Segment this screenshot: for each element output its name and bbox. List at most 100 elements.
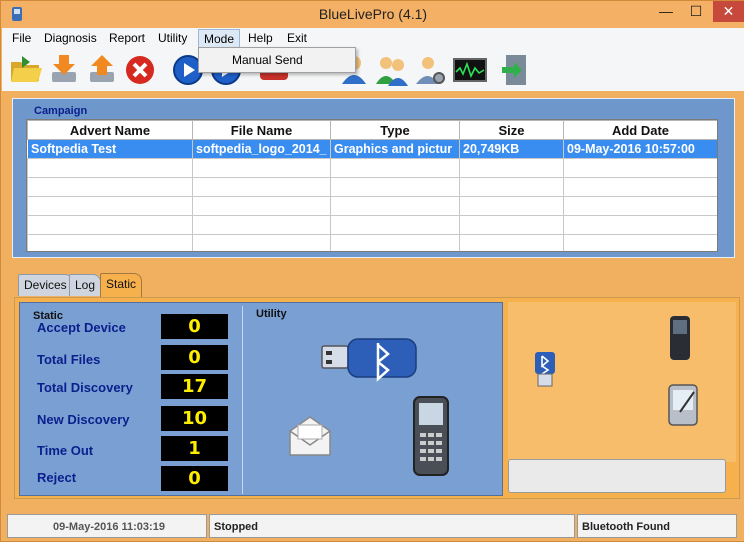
cell-advert-name[interactable]: Softpedia Test (27, 139, 193, 159)
menu-exit[interactable]: Exit (282, 29, 312, 48)
table-row[interactable] (27, 158, 717, 178)
menu-diagnosis[interactable]: Diagnosis (39, 29, 102, 48)
upload-icon[interactable] (84, 52, 120, 88)
bluetooth-dongle-icon (321, 338, 417, 382)
cell-size[interactable]: 20,749KB (459, 139, 564, 159)
cell-empty[interactable] (563, 177, 717, 197)
status-bluetooth: Bluetooth Found (577, 514, 737, 538)
tab-log[interactable]: Log (69, 274, 102, 296)
users-icon[interactable] (374, 52, 410, 88)
stats-utility-area: Static Accept Device 0 Total Files 0 Tot… (19, 302, 503, 496)
cell-empty[interactable] (330, 215, 460, 235)
cell-empty[interactable] (27, 158, 193, 178)
cell-empty[interactable] (563, 234, 717, 251)
stat-label-accept-device: Accept Device (37, 320, 126, 335)
column-header-advert-name[interactable]: Advert Name (27, 120, 193, 140)
main-area: Campaign Advert Name File Name Type Size… (2, 91, 744, 538)
menu-help[interactable]: Help (243, 29, 278, 48)
cell-empty[interactable] (459, 158, 564, 178)
utility-label: Utility (256, 308, 287, 320)
menu-mode[interactable]: Mode (198, 29, 241, 48)
cell-empty[interactable] (27, 177, 193, 197)
bluetooth-field[interactable] (508, 459, 726, 493)
user-settings-icon[interactable] (412, 52, 448, 88)
cell-empty[interactable] (330, 196, 460, 216)
cell-empty[interactable] (459, 234, 564, 251)
cell-empty[interactable] (27, 234, 193, 251)
bluetooth-usb-icon (535, 352, 555, 387)
status-bar: 09-May-2016 11:03:19 Stopped Bluetooth F… (2, 511, 744, 541)
cell-empty[interactable] (192, 215, 331, 235)
cell-add-date[interactable]: 09-May-2016 10:57:00 (563, 139, 717, 159)
cell-empty[interactable] (563, 158, 717, 178)
title-bar[interactable]: BlueLivePro (4.1) — ☐ ✕ (1, 1, 744, 28)
cell-type[interactable]: Graphics and pictur (330, 139, 460, 159)
menu-report[interactable]: Report (104, 29, 150, 48)
stat-label-total-discovery: Total Discovery (37, 380, 133, 395)
stat-value-accept-device: 0 (161, 314, 228, 339)
stat-label-reject: Reject (37, 470, 77, 485)
cell-empty[interactable] (459, 196, 564, 216)
stat-value-new-discovery: 10 (161, 406, 228, 431)
table-row[interactable] (27, 177, 717, 197)
cell-empty[interactable] (459, 177, 564, 197)
static-tab-panel: Static Accept Device 0 Total Files 0 Tot… (14, 297, 740, 499)
signal-monitor-icon[interactable] (452, 52, 488, 88)
download-icon[interactable] (46, 52, 82, 88)
table-row[interactable] (27, 234, 717, 251)
mobile-phone-icon (670, 316, 690, 360)
status-datetime: 09-May-2016 11:03:19 (7, 514, 207, 538)
tab-devices[interactable]: Devices (18, 274, 73, 296)
campaign-grid[interactable]: Advert Name File Name Type Size Add Date… (26, 119, 718, 252)
cell-empty[interactable] (330, 234, 460, 251)
close-button[interactable]: ✕ (713, 1, 744, 22)
cell-empty[interactable] (330, 158, 460, 178)
cell-empty[interactable] (563, 215, 717, 235)
menu-item-manual-send[interactable]: Manual Send (232, 53, 303, 67)
cell-empty[interactable] (192, 158, 331, 178)
column-header-file-name[interactable]: File Name (192, 120, 331, 140)
cell-empty[interactable] (192, 177, 331, 197)
campaign-panel: Campaign Advert Name File Name Type Size… (12, 98, 735, 258)
toolbar (2, 48, 744, 91)
cell-file-name[interactable]: softpedia_logo_2014_ (192, 139, 331, 159)
menu-utility[interactable]: Utility (153, 29, 192, 48)
stat-value-reject: 0 (161, 466, 228, 491)
stat-value-time-out: 1 (161, 436, 228, 461)
cell-empty[interactable] (563, 196, 717, 216)
column-header-size[interactable]: Size (459, 120, 564, 140)
column-header-add-date[interactable]: Add Date (563, 120, 717, 140)
cell-empty[interactable] (459, 215, 564, 235)
stop-icon[interactable] (122, 52, 158, 88)
stat-label-time-out: Time Out (37, 443, 94, 458)
folder-open-icon[interactable] (8, 52, 44, 88)
exit-door-icon[interactable] (498, 52, 534, 88)
maximize-button[interactable]: ☐ (682, 1, 710, 22)
table-row[interactable] (27, 215, 717, 235)
table-row[interactable] (27, 196, 717, 216)
cell-empty[interactable] (27, 196, 193, 216)
grid-header-row: Advert Name File Name Type Size Add Date (27, 120, 717, 140)
status-message: Stopped (209, 514, 575, 538)
campaign-label: Campaign (31, 105, 91, 117)
window-title: BlueLivePro (4.1) (318, 6, 428, 22)
cell-empty[interactable] (192, 234, 331, 251)
device-icons-area (508, 302, 736, 462)
mode-dropdown: Manual Send (198, 47, 356, 73)
cell-empty[interactable] (330, 177, 460, 197)
stat-value-total-files: 0 (161, 345, 228, 370)
stat-label-total-files: Total Files (37, 352, 101, 367)
cell-empty[interactable] (192, 196, 331, 216)
stat-label-new-discovery: New Discovery (37, 412, 130, 427)
envelope-icon (289, 416, 331, 456)
column-header-type[interactable]: Type (330, 120, 460, 140)
menu-file[interactable]: File (7, 29, 36, 48)
cell-empty[interactable] (27, 215, 193, 235)
pda-icon (668, 384, 698, 426)
mobile-phone-icon (413, 396, 449, 476)
minimize-button[interactable]: — (651, 1, 681, 22)
static-box: Static Accept Device 0 Total Files 0 Tot… (23, 306, 243, 494)
app-window: BlueLivePro (4.1) — ☐ ✕ File Diagnosis R… (0, 0, 744, 542)
table-row[interactable]: Softpedia Test softpedia_logo_2014_ Grap… (27, 139, 717, 159)
tab-static[interactable]: Static (100, 273, 143, 297)
